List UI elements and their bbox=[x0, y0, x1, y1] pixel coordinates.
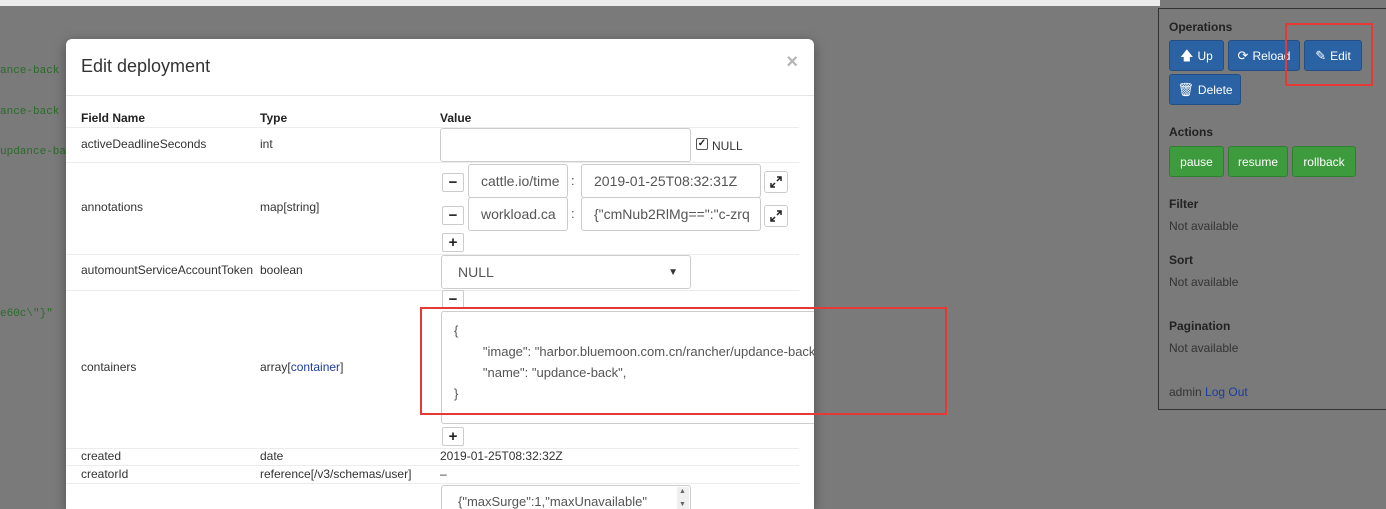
field-name: activeDeadlineSeconds bbox=[81, 137, 207, 151]
field-type: array[container] bbox=[260, 360, 343, 374]
row-divider bbox=[66, 290, 799, 291]
pause-button[interactable]: pause bbox=[1169, 146, 1224, 177]
annotation-key-input[interactable]: cattle.io/time bbox=[468, 164, 568, 198]
strategy-textarea[interactable]: {"maxSurge":1,"maxUnavailable" ▲ ▼ bbox=[441, 485, 691, 509]
null-label: NULL bbox=[712, 139, 743, 153]
background-code: ance-back ance-back updance-ba e60c\"}" bbox=[0, 38, 66, 335]
sort-heading: Sort bbox=[1169, 253, 1193, 267]
textarea-line: {"maxSurge":1,"maxUnavailable" bbox=[458, 494, 647, 509]
code-line: e60c\"}" bbox=[0, 308, 53, 320]
field-value: – bbox=[440, 467, 447, 481]
close-button[interactable]: × bbox=[786, 51, 798, 74]
field-type: map[string] bbox=[260, 200, 320, 214]
scrollbar[interactable]: ▲ ▼ bbox=[677, 487, 689, 509]
delete-label: Delete bbox=[1197, 82, 1233, 97]
operations-heading: Operations bbox=[1169, 20, 1233, 34]
null-checkbox[interactable]: ✓ bbox=[696, 138, 708, 150]
row-divider bbox=[66, 465, 799, 466]
modal-title: Edit deployment bbox=[81, 56, 211, 76]
field-name: annotations bbox=[81, 200, 144, 214]
automount-select[interactable]: NULL ▼ bbox=[441, 255, 691, 289]
actions-heading: Actions bbox=[1169, 125, 1214, 139]
filter-value: Not available bbox=[1169, 219, 1239, 233]
logout-link[interactable]: Log Out bbox=[1205, 385, 1248, 399]
annotation-key-input[interactable]: workload.ca bbox=[468, 197, 568, 231]
header-field-name: Field Name bbox=[81, 111, 146, 125]
type-prefix: array[ bbox=[260, 360, 291, 374]
scroll-up-icon: ▲ bbox=[679, 488, 686, 495]
arrow-up-icon: 🡅 bbox=[1180, 48, 1194, 63]
field-type: date bbox=[260, 449, 284, 463]
select-value: NULL bbox=[458, 264, 494, 280]
field-type: reference[/v3/schemas/user] bbox=[260, 467, 412, 481]
row-divider bbox=[66, 483, 799, 484]
delete-button[interactable]: 🗑 Delete bbox=[1169, 74, 1241, 105]
rollback-button[interactable]: rollback bbox=[1292, 146, 1356, 177]
sort-value: Not available bbox=[1169, 275, 1239, 289]
field-name: containers bbox=[81, 360, 137, 374]
active-deadline-input[interactable] bbox=[440, 128, 691, 162]
add-annotation-button[interactable]: + bbox=[442, 233, 464, 252]
field-name: created bbox=[81, 449, 122, 463]
field-name: creatorId bbox=[81, 467, 129, 481]
filter-heading: Filter bbox=[1169, 197, 1199, 211]
modal-divider bbox=[66, 95, 814, 96]
up-label: Up bbox=[1197, 48, 1213, 63]
expand-icon[interactable] bbox=[764, 171, 788, 193]
pagination-value: Not available bbox=[1169, 341, 1239, 355]
top-bar bbox=[0, 0, 1160, 6]
annotation-value-input[interactable]: {"cmNub2RlMg==":"c-zrq bbox=[581, 197, 761, 231]
header-type: Type bbox=[260, 111, 288, 125]
type-suffix: ] bbox=[340, 360, 344, 374]
key-value-separator: : bbox=[571, 173, 575, 188]
code-line: ance-back bbox=[0, 105, 60, 118]
chevron-down-icon: ▼ bbox=[668, 266, 678, 278]
up-button[interactable]: 🡅 Up bbox=[1169, 40, 1224, 71]
add-container-button[interactable]: + bbox=[442, 427, 464, 446]
username: admin bbox=[1169, 385, 1202, 399]
remove-annotation-button[interactable]: − bbox=[442, 173, 464, 192]
expand-icon[interactable] bbox=[764, 205, 788, 227]
field-value: 2019-01-25T08:32:32Z bbox=[440, 449, 563, 463]
key-value-separator: : bbox=[571, 206, 575, 221]
field-name: automountServiceAccountToken bbox=[81, 263, 254, 277]
field-type: boolean bbox=[260, 263, 303, 277]
code-line: updance-ba bbox=[0, 146, 67, 158]
trash-icon: 🗑 bbox=[1177, 82, 1194, 97]
edit-deployment-modal: Edit deployment × Field Name Type Value … bbox=[66, 39, 814, 509]
annotation-value-input[interactable]: 2019-01-25T08:32:31Z bbox=[581, 164, 761, 198]
field-type: int bbox=[260, 137, 273, 151]
container-type-link[interactable]: container bbox=[291, 360, 340, 374]
refresh-icon: ⟳ bbox=[1237, 48, 1249, 63]
code-line: ance-back bbox=[0, 65, 60, 77]
pagination-heading: Pagination bbox=[1169, 319, 1231, 333]
row-divider bbox=[66, 162, 799, 163]
row-divider bbox=[66, 448, 799, 449]
user-info: admin Log Out bbox=[1169, 385, 1248, 399]
remove-annotation-button[interactable]: − bbox=[442, 206, 464, 225]
edit-highlight-box bbox=[1285, 23, 1373, 86]
resume-button[interactable]: resume bbox=[1228, 146, 1288, 177]
header-value: Value bbox=[440, 111, 472, 125]
containers-highlight-box bbox=[420, 307, 947, 415]
